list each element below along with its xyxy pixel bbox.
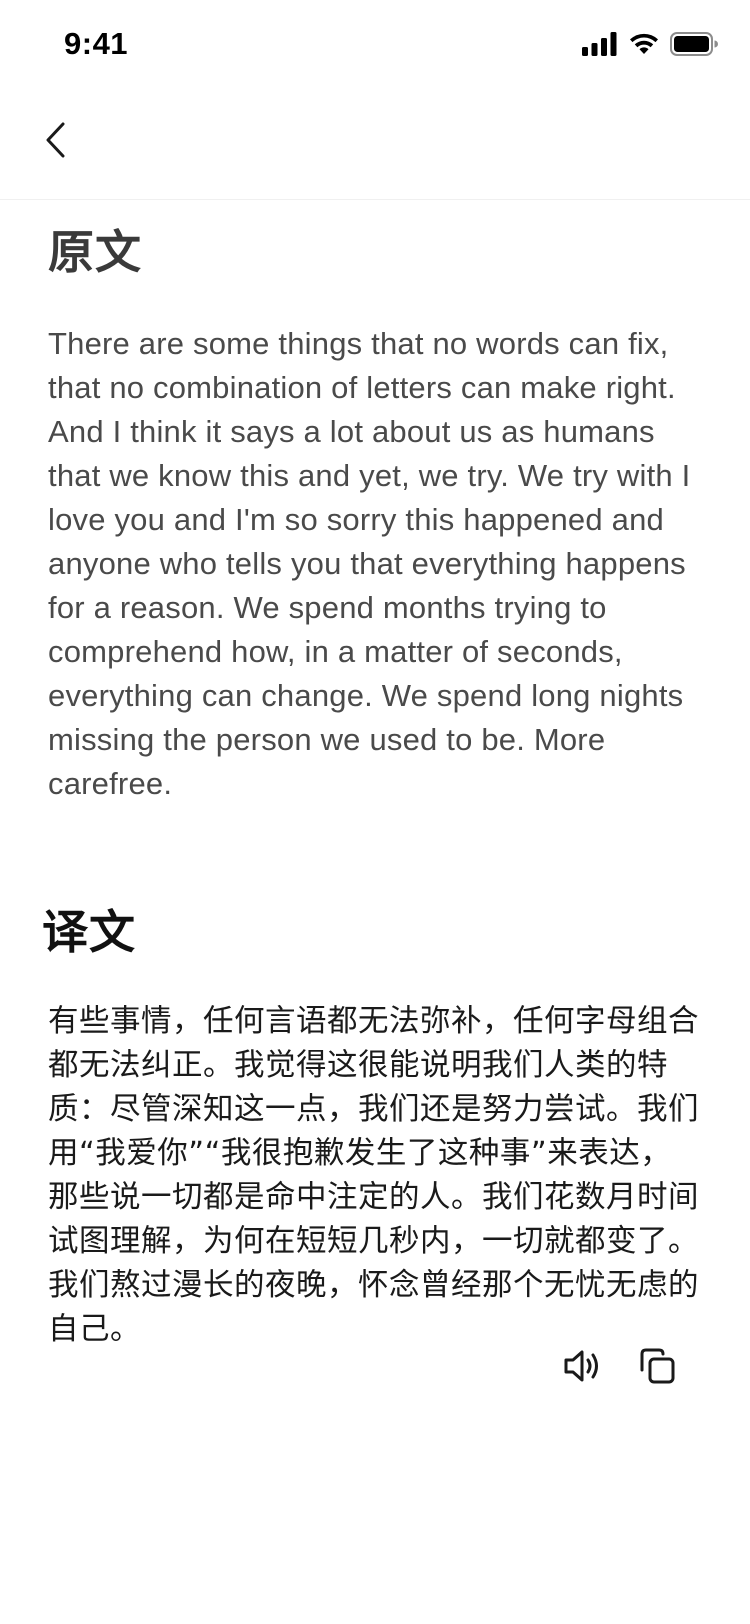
status-bar: 9:41 bbox=[0, 0, 750, 92]
speaker-icon bbox=[563, 1348, 603, 1389]
chevron-left-icon bbox=[43, 120, 69, 165]
status-icons bbox=[582, 31, 718, 61]
cellular-signal-icon bbox=[582, 31, 618, 61]
copy-icon bbox=[637, 1346, 677, 1391]
original-text: There are some things that no words can … bbox=[48, 326, 691, 801]
wifi-icon bbox=[628, 32, 660, 61]
battery-icon bbox=[670, 31, 718, 61]
play-audio-button[interactable] bbox=[560, 1346, 606, 1390]
original-title: 原文 bbox=[48, 226, 142, 278]
status-time: 9:41 bbox=[64, 26, 129, 61]
copy-button[interactable] bbox=[634, 1346, 680, 1390]
back-button[interactable] bbox=[36, 118, 76, 166]
nav-bar bbox=[0, 92, 750, 200]
translation-detail-screen: 9:41 原文 There are some things that no wo… bbox=[0, 0, 750, 1624]
translation-text: 有些事情，任何言语都无法弥补，任何字母组合都无法纠正。我觉得这很能说明我们人类的… bbox=[48, 1004, 699, 1347]
translation-title: 译文 bbox=[42, 906, 136, 958]
action-row bbox=[560, 1346, 680, 1390]
